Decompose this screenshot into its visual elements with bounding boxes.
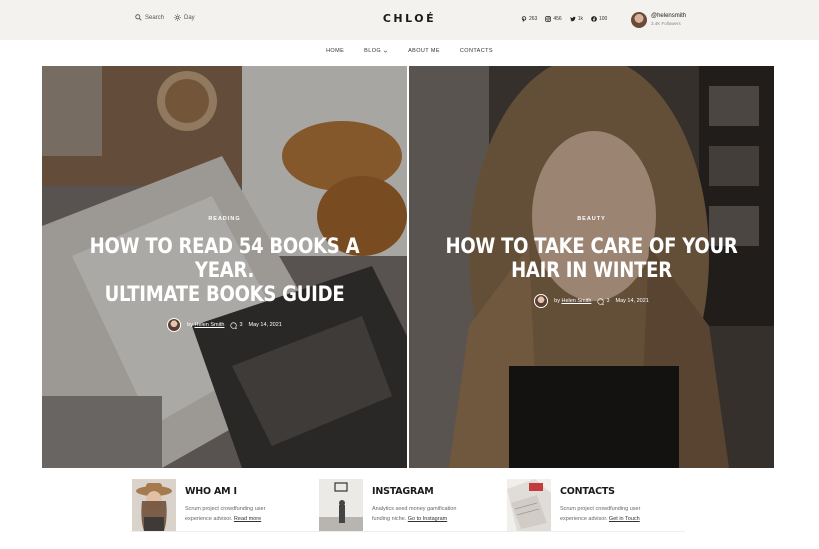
card-who-am-i: WHO AM I Scrum project crowdfunding user… [132, 479, 285, 531]
instagram-count: 456 [553, 16, 562, 22]
featured-post-reading[interactable]: READING HOW TO READ 54 BOOKS A YEAR. ULT… [42, 66, 407, 468]
comments-count[interactable]: 3 [597, 297, 610, 305]
pinterest-icon [521, 16, 527, 22]
facebook-icon [591, 16, 597, 22]
get-in-touch-link[interactable]: Get in Touch [609, 516, 640, 522]
card-title: INSTAGRAM [372, 486, 434, 497]
instagram-image [319, 479, 363, 531]
author-avatar[interactable] [534, 294, 549, 308]
nav-item-blog-label: BLOG [364, 48, 382, 54]
contacts-image [507, 479, 551, 531]
facebook-count: 100 [598, 16, 608, 22]
post-meta: by Helen Smith 3 May 14, 2021 [42, 318, 407, 332]
card-thumbnail[interactable] [132, 479, 176, 531]
post-category[interactable]: READING [42, 216, 407, 222]
post-author: by Helen Smith [187, 322, 224, 328]
nav-item-contacts[interactable]: CONTACTS [460, 48, 493, 54]
card-title: WHO AM I [185, 486, 237, 497]
nav-item-home[interactable]: HOME [326, 48, 344, 54]
profile-followers: 3.4K Followers [651, 21, 681, 26]
top-bar: Search Day CHLOÉ 263 456 1k 100 @helensm… [0, 0, 819, 40]
card-text: Scrum project crowdfunding user experien… [560, 504, 660, 524]
post-date: May 14, 2021 [248, 322, 282, 328]
go-to-instagram-link[interactable]: Go to Instagram [408, 516, 447, 522]
comment-icon [597, 297, 605, 305]
post-title[interactable]: HOW TO READ 54 BOOKS A YEAR. ULTIMATE BO… [68, 234, 382, 306]
post-title[interactable]: HOW TO TAKE CARE OF YOUR HAIR IN WINTER [435, 234, 749, 282]
instagram-link[interactable]: 456 [545, 16, 562, 22]
featured-post-beauty[interactable]: BEAUTY HOW TO TAKE CARE OF YOUR HAIR IN … [409, 66, 774, 468]
nav-item-blog[interactable]: BLOG [364, 48, 388, 54]
card-text: Analytics seed money gamification fundin… [372, 504, 472, 524]
by-label: by [187, 322, 193, 328]
avatar[interactable] [631, 12, 647, 28]
twitter-link[interactable]: 1k [569, 16, 583, 22]
portrait-image [132, 479, 176, 531]
post-title-line-1: HOW TO READ 54 BOOKS A YEAR. [89, 234, 360, 282]
post-date: May 14, 2021 [615, 298, 649, 304]
card-text: Scrum project crowdfunding user experien… [185, 504, 285, 524]
post-caption: READING HOW TO READ 54 BOOKS A YEAR. ULT… [42, 216, 407, 332]
card-thumbnail[interactable] [507, 479, 551, 531]
post-caption: BEAUTY HOW TO TAKE CARE OF YOUR HAIR IN … [409, 216, 774, 308]
social-links: 263 456 1k 100 [521, 16, 607, 22]
comments-count[interactable]: 3 [230, 321, 243, 329]
comment-icon [230, 321, 238, 329]
post-author: by Helen Smith [554, 298, 591, 304]
post-meta: by Helen Smith 3 May 14, 2021 [409, 294, 774, 308]
card-title: CONTACTS [560, 486, 615, 497]
instagram-icon [545, 16, 552, 22]
twitter-icon [569, 16, 576, 22]
read-more-link[interactable]: Read more [234, 516, 261, 522]
card-thumbnail[interactable] [319, 479, 363, 531]
pinterest-link[interactable]: 263 [521, 16, 537, 22]
card-instagram: INSTAGRAM Analytics seed money gamificat… [319, 479, 472, 531]
pinterest-count: 263 [529, 16, 538, 22]
facebook-link[interactable]: 100 [591, 16, 607, 22]
comments-number: 3 [606, 298, 610, 304]
post-title-line-2: HAIR IN WINTER [511, 258, 672, 282]
comments-number: 3 [239, 322, 243, 328]
card-contacts: CONTACTS Scrum project crowdfunding user… [507, 479, 660, 531]
twitter-count: 1k [577, 16, 583, 22]
post-title-line-1: HOW TO TAKE CARE OF YOUR [445, 234, 738, 258]
post-title-line-2: ULTIMATE BOOKS GUIDE [104, 282, 345, 306]
site-logo[interactable]: CHLOÉ [0, 12, 819, 25]
by-label: by [554, 298, 560, 304]
author-link[interactable]: Helen Smith [561, 298, 591, 304]
author-link[interactable]: Helen Smith [194, 322, 224, 328]
profile-handle[interactable]: @helensmith [651, 13, 686, 20]
divider [130, 531, 685, 532]
profile-widget[interactable]: @helensmith 3.4K Followers [631, 12, 686, 28]
main-nav: HOME BLOG ABOUT ME CONTACTS [0, 48, 819, 54]
nav-item-about-me[interactable]: ABOUT ME [408, 48, 440, 54]
chevron-down-icon [383, 50, 388, 53]
author-avatar[interactable] [167, 318, 182, 332]
post-category[interactable]: BEAUTY [409, 216, 774, 222]
